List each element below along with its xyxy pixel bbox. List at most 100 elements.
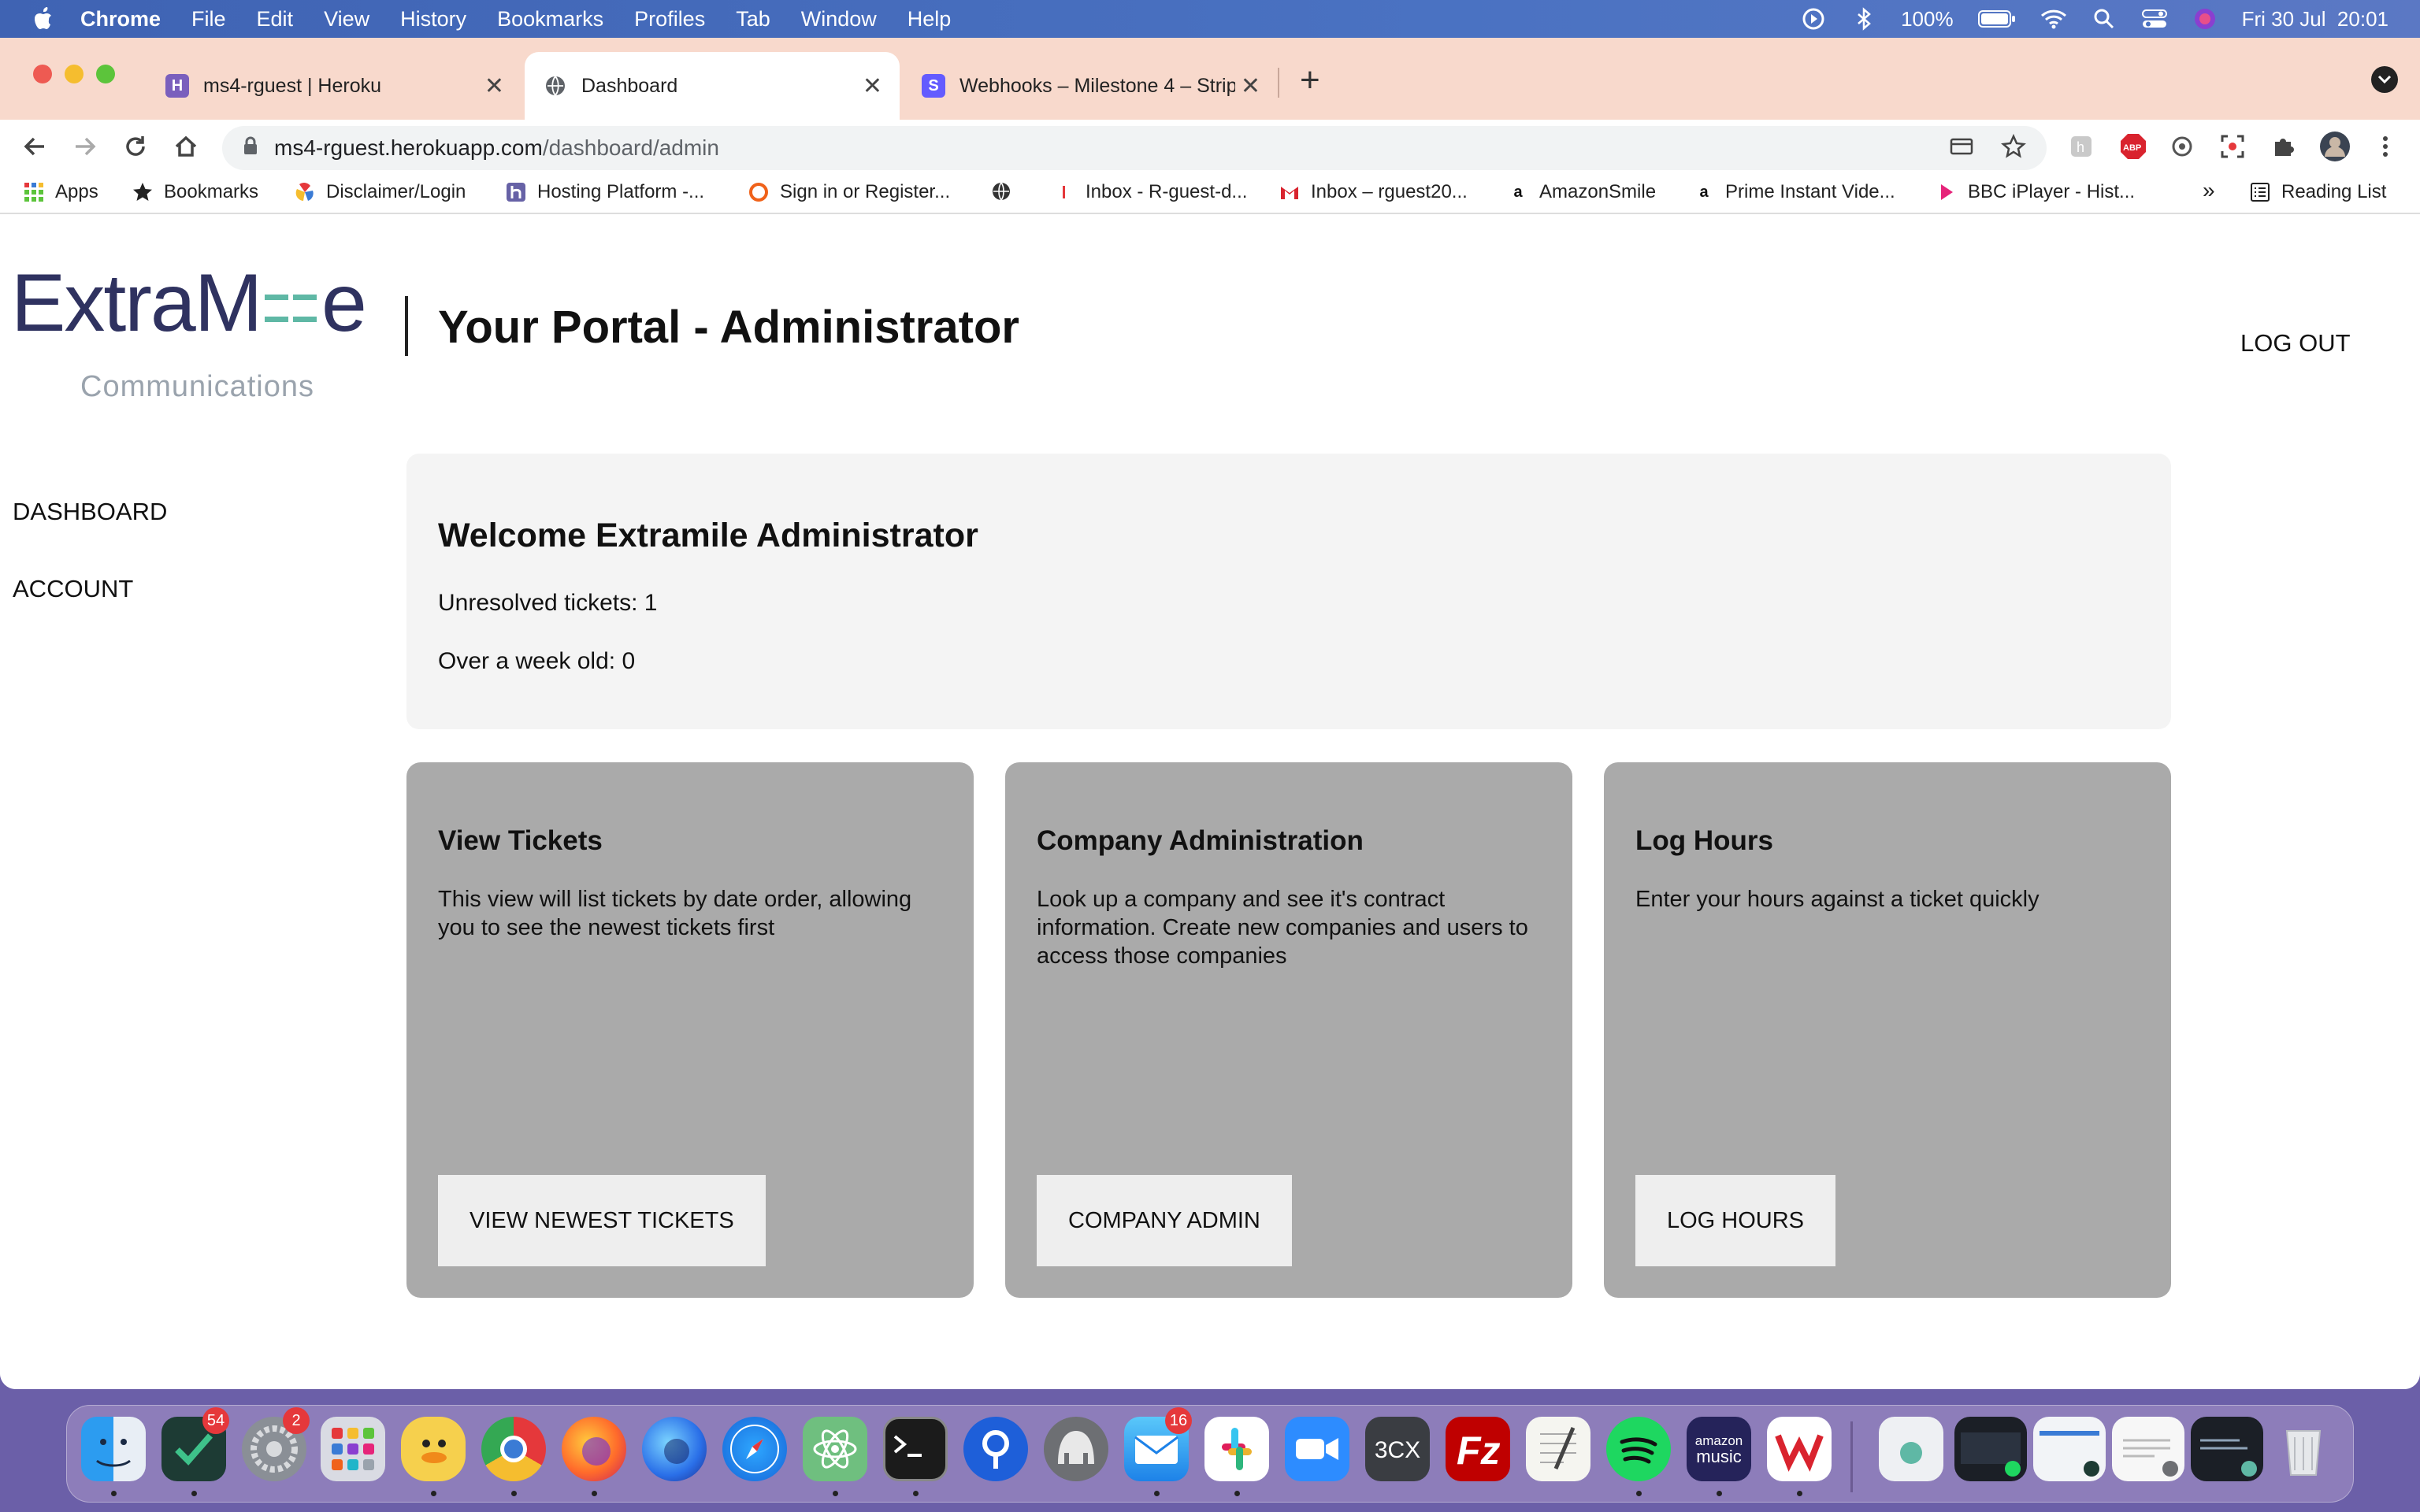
nav-dashboard[interactable]: DASHBOARD xyxy=(13,498,167,526)
extension-sync-icon[interactable] xyxy=(2168,132,2196,161)
slack-icon[interactable] xyxy=(1204,1417,1269,1481)
minimized-window-icon[interactable] xyxy=(1954,1417,2027,1481)
extension-heroku-icon[interactable]: h xyxy=(2067,132,2095,161)
tab-dashboard[interactable]: Dashboard ✕ xyxy=(525,52,900,120)
bookmarks-overflow-button[interactable]: » xyxy=(2203,178,2215,203)
apps-grid-icon xyxy=(24,182,44,202)
bookmark-inbox-rguest20[interactable]: Inbox – rguest20... xyxy=(1279,181,1468,203)
bookmark-sign-in[interactable]: Sign in or Register... xyxy=(748,181,950,203)
terminal-icon[interactable] xyxy=(883,1417,948,1481)
chrome-menu-icon[interactable] xyxy=(2371,132,2400,161)
safari-icon[interactable] xyxy=(722,1417,787,1481)
tab-close-icon[interactable]: ✕ xyxy=(1241,72,1260,100)
menu-window[interactable]: Window xyxy=(801,7,877,32)
control-center-icon[interactable] xyxy=(2141,6,2168,32)
bluetooth-icon[interactable] xyxy=(1850,6,1877,32)
tab-webhooks[interactable]: S Webhooks – Milestone 4 – Strip ✕ xyxy=(903,52,1278,120)
bookmark-bookmarks[interactable]: Bookmarks xyxy=(132,181,258,203)
logout-link[interactable]: LOG OUT xyxy=(2240,329,2351,358)
spotlight-search-icon[interactable] xyxy=(2091,6,2118,32)
screen-record-icon[interactable] xyxy=(1800,6,1827,32)
tab-close-icon[interactable]: ✕ xyxy=(863,72,882,100)
extramile-logo[interactable]: ExtraM e Communications xyxy=(11,246,381,403)
document-icon[interactable] xyxy=(1879,1417,1943,1481)
bookmark-inbox-rguest-d[interactable]: Inbox - R-guest-d... xyxy=(1054,181,1247,203)
lock-icon[interactable] xyxy=(243,135,258,161)
bookmark-hosting-platform[interactable]: Hosting Platform -... xyxy=(506,181,704,203)
company-admin-button[interactable]: COMPANY ADMIN xyxy=(1037,1175,1292,1266)
nav-account[interactable]: ACCOUNT xyxy=(13,575,167,603)
extensions-puzzle-icon[interactable] xyxy=(2269,132,2297,161)
new-tab-button[interactable]: + xyxy=(1300,63,1320,98)
zoom-icon[interactable] xyxy=(1285,1417,1349,1481)
sequel-pro-icon[interactable] xyxy=(1044,1417,1108,1481)
forward-button[interactable] xyxy=(69,131,101,162)
menu-help[interactable]: Help xyxy=(908,7,952,32)
menu-edit[interactable]: Edit xyxy=(257,7,294,32)
cyberduck-icon[interactable] xyxy=(401,1417,466,1481)
menu-history[interactable]: History xyxy=(400,7,466,32)
reading-list-button[interactable]: Reading List xyxy=(2250,181,2386,203)
bookmark-amazonsmile[interactable]: a AmazonSmile xyxy=(1508,181,1656,203)
bookmark-disclaimer-login[interactable]: Disclaimer/Login xyxy=(295,181,466,203)
card-description: This view will list tickets by date orde… xyxy=(438,887,912,940)
battery-icon[interactable] xyxy=(1977,6,2017,32)
adblock-plus-icon[interactable]: ABP xyxy=(2119,132,2147,161)
menubar-clock[interactable]: Fri 30 Jul 20:01 xyxy=(2242,7,2388,32)
back-button[interactable] xyxy=(19,131,50,162)
spotify-icon[interactable] xyxy=(1606,1417,1671,1481)
tab-search-icon[interactable] xyxy=(2371,66,2398,93)
menu-profiles[interactable]: Profiles xyxy=(634,7,705,32)
3cx-icon[interactable]: 3CX xyxy=(1365,1417,1430,1481)
atom-icon[interactable] xyxy=(803,1417,867,1481)
filezilla-icon[interactable]: Fz xyxy=(1446,1417,1510,1481)
close-window-button[interactable] xyxy=(33,65,52,83)
tab-title: Webhooks – Milestone 4 – Strip xyxy=(959,74,1235,97)
wifi-icon[interactable] xyxy=(2040,6,2067,32)
finder-icon[interactable] xyxy=(81,1417,146,1481)
chrome-icon[interactable] xyxy=(481,1417,546,1481)
minimized-window-icon[interactable] xyxy=(2112,1417,2184,1481)
bookmark-bbc-iplayer[interactable]: BBC iPlayer - Hist... xyxy=(1936,181,2135,203)
install-app-icon[interactable] xyxy=(1949,134,1974,165)
bookmark-globe[interactable] xyxy=(991,181,1023,202)
home-button[interactable] xyxy=(170,131,202,162)
view-newest-tickets-button[interactable]: VIEW NEWEST TICKETS xyxy=(438,1175,766,1266)
mail-badge: 16 xyxy=(1165,1407,1192,1434)
maps-pin-icon[interactable] xyxy=(963,1417,1028,1481)
tab-close-icon[interactable]: ✕ xyxy=(484,72,504,100)
minimized-window-icon[interactable] xyxy=(2191,1417,2263,1481)
launchpad-icon[interactable] xyxy=(321,1417,385,1481)
bookmark-label: BBC iPlayer - Hist... xyxy=(1968,181,2136,202)
profile-avatar[interactable] xyxy=(2319,131,2351,162)
bookmark-apps[interactable]: Apps xyxy=(24,181,98,203)
stripe-favicon-icon: S xyxy=(922,74,945,98)
minimized-window-icon[interactable] xyxy=(2033,1417,2106,1481)
apple-icon[interactable] xyxy=(33,6,57,32)
bookmark-label: Prime Instant Vide... xyxy=(1725,181,1895,202)
bookmark-prime-video[interactable]: a Prime Instant Vide... xyxy=(1694,181,1895,203)
extension-screenshot-icon[interactable] xyxy=(2218,132,2247,161)
firefox-icon[interactable] xyxy=(562,1417,626,1481)
menu-tab[interactable]: Tab xyxy=(736,7,770,32)
siri-icon[interactable] xyxy=(2192,6,2218,32)
menu-bookmarks[interactable]: Bookmarks xyxy=(497,7,603,32)
menu-app-name[interactable]: Chrome xyxy=(80,7,161,32)
reload-button[interactable] xyxy=(120,131,151,162)
zoom-window-button[interactable] xyxy=(96,65,115,83)
menu-view[interactable]: View xyxy=(324,7,369,32)
bookmark-star-icon[interactable] xyxy=(2001,133,2026,165)
week-old-tickets-count: Over a week old: 0 xyxy=(438,648,636,674)
trash-icon[interactable] xyxy=(2271,1417,2336,1481)
textedit-icon[interactable] xyxy=(1526,1417,1590,1481)
firefox-developer-icon[interactable] xyxy=(642,1417,707,1481)
log-hours-button[interactable]: LOG HOURS xyxy=(1635,1175,1836,1266)
minimize-window-button[interactable] xyxy=(65,65,84,83)
logo-wordmark: ExtraM e xyxy=(11,258,367,349)
menu-file[interactable]: File xyxy=(191,7,226,32)
amazon-music-icon[interactable]: amazon music xyxy=(1687,1417,1751,1481)
tab-heroku[interactable]: H ms4-rguest | Heroku ✕ xyxy=(147,52,521,120)
tab-title: ms4-rguest | Heroku xyxy=(203,74,382,97)
address-bar[interactable]: ms4-rguest.herokuapp.com /dashboard/admi… xyxy=(222,126,2047,170)
wps-office-icon[interactable] xyxy=(1767,1417,1832,1481)
